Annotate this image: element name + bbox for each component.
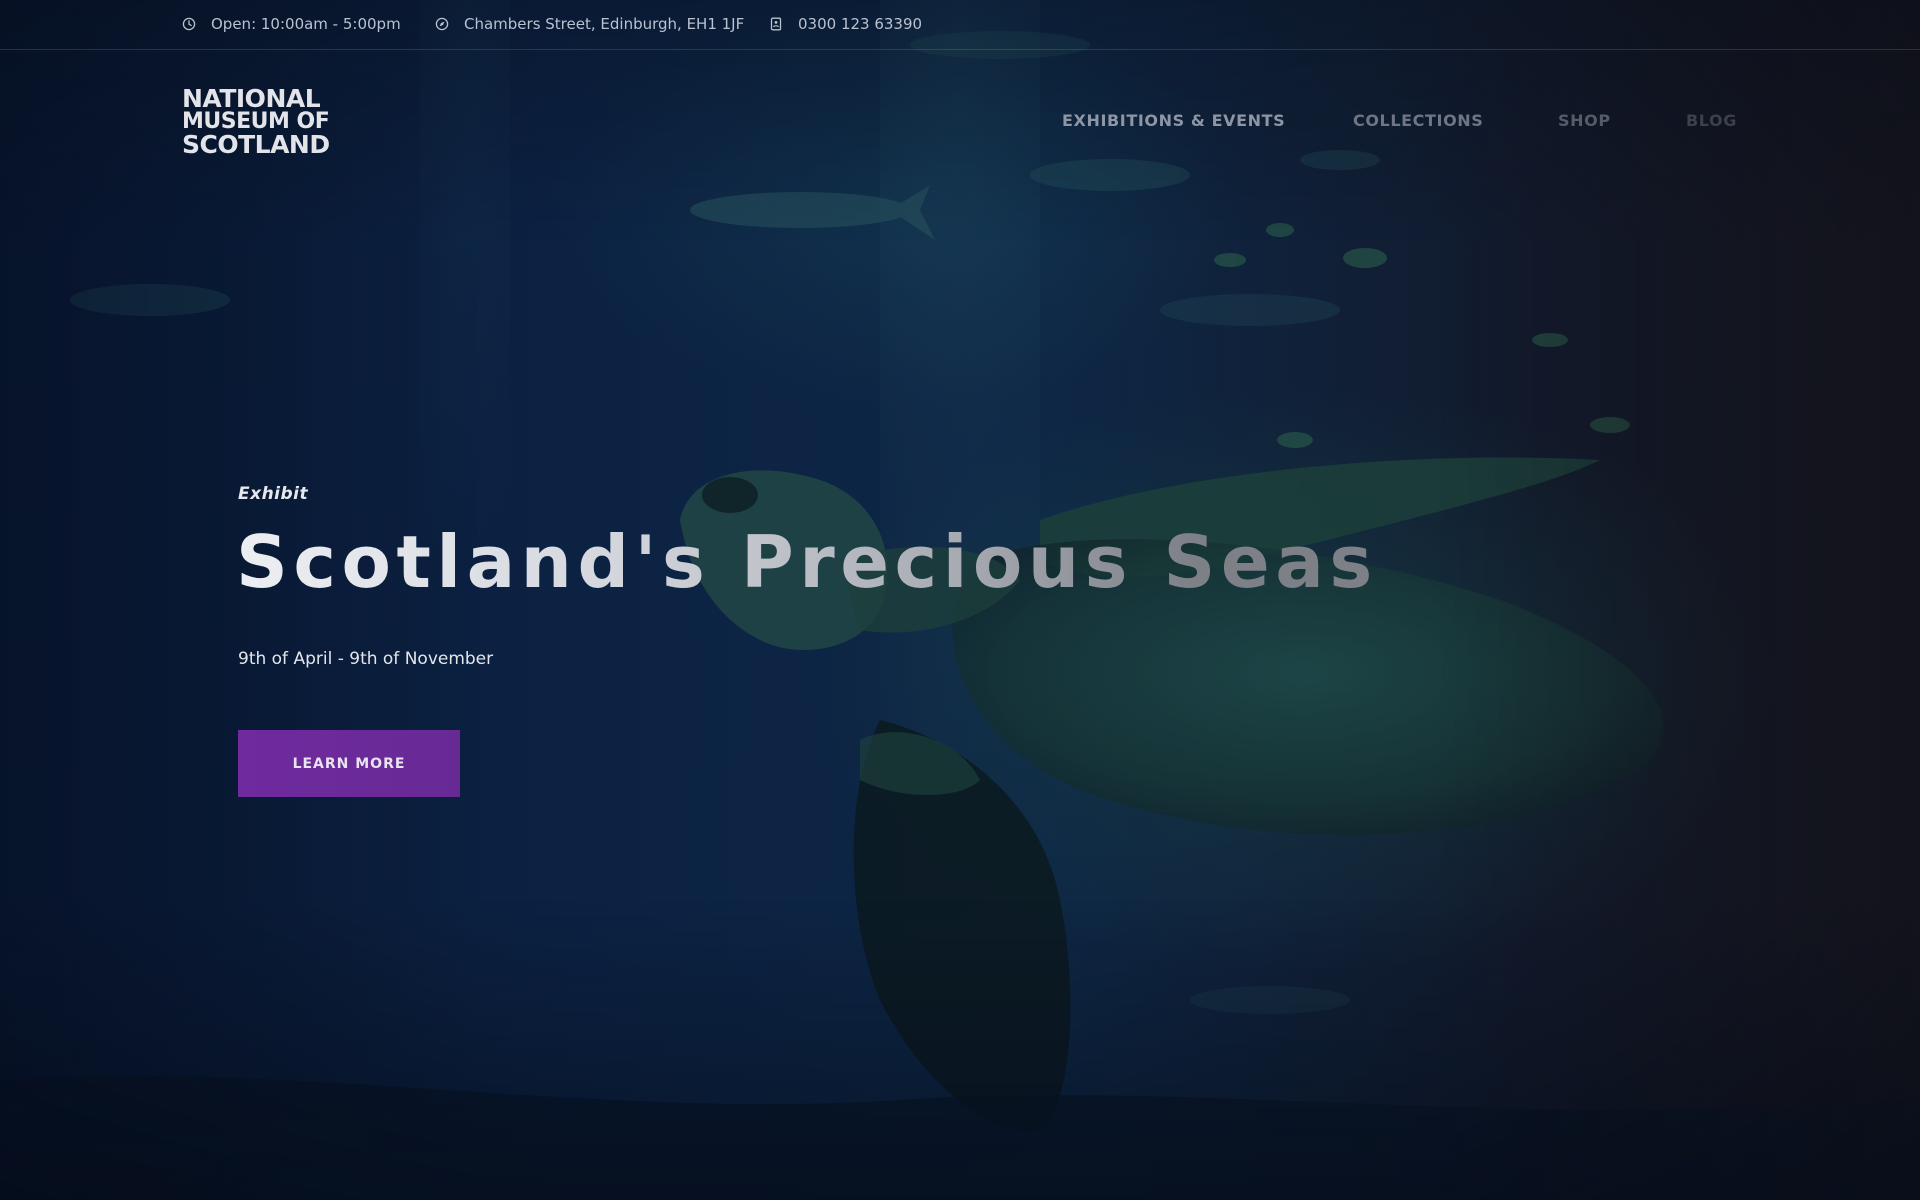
museum-logo[interactable]: NATIONAL MUSEUM OF SCOTLAND xyxy=(182,86,362,158)
info-bar: Open: 10:00am - 5:00pm Chambers Street, … xyxy=(0,0,1920,50)
phone-number[interactable]: 0300 123 63390 xyxy=(769,14,922,34)
nav-item-shop[interactable]: SHOP xyxy=(1558,111,1611,131)
clock-icon xyxy=(182,17,196,31)
opening-hours: Open: 10:00am - 5:00pm xyxy=(182,14,401,34)
compass-icon xyxy=(435,17,449,31)
phone-icon xyxy=(769,17,783,31)
logo-line-3: SCOTLAND xyxy=(182,130,330,159)
museum-address-text: Chambers Street, Edinburgh, EH1 1JF xyxy=(464,15,745,33)
hero-dates: 9th of April - 9th of November xyxy=(238,649,494,669)
museum-address: Chambers Street, Edinburgh, EH1 1JF xyxy=(435,14,744,34)
learn-more-button[interactable]: LEARN MORE xyxy=(238,730,460,797)
nav-item-collections[interactable]: COLLECTIONS xyxy=(1353,111,1483,131)
hero-page: Open: 10:00am - 5:00pm Chambers Street, … xyxy=(0,0,1920,1200)
logo-line-2: MUSEUM OF xyxy=(182,109,330,134)
hero-eyebrow: Exhibit xyxy=(238,484,309,504)
hero-title: Scotland's Precious Seas xyxy=(236,517,1436,607)
nav-item-blog[interactable]: BLOG xyxy=(1686,111,1737,131)
nav-item-exhibitions-events[interactable]: EXHIBITIONS & EVENTS xyxy=(1062,111,1285,131)
phone-number-text: 0300 123 63390 xyxy=(798,15,923,33)
opening-hours-text: Open: 10:00am - 5:00pm xyxy=(211,15,401,33)
